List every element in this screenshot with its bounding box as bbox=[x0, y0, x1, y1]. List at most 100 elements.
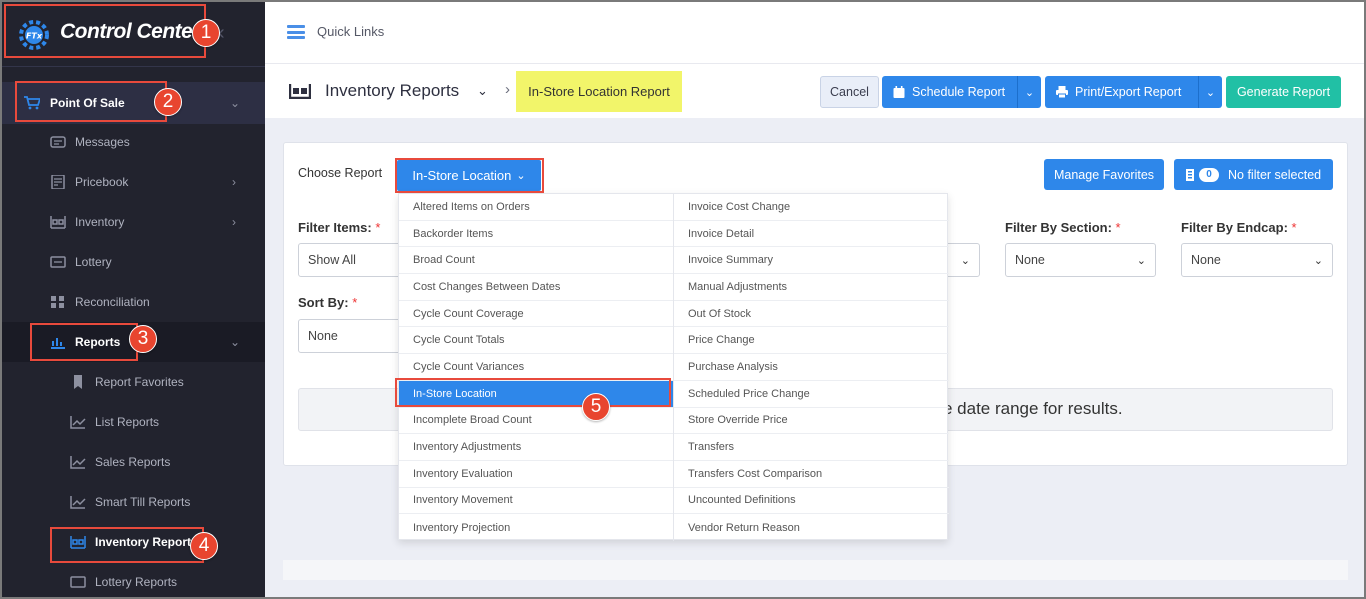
breadcrumb-separator-icon: › bbox=[505, 81, 510, 98]
dropdown-item[interactable]: Cost Changes Between Dates bbox=[399, 274, 673, 301]
dropdown-item[interactable]: Backorder Items bbox=[399, 221, 673, 248]
sidebar-item-pricebook[interactable]: Pricebook › bbox=[2, 162, 265, 202]
sidebar-item-smart-till-reports[interactable]: Smart Till Reports bbox=[2, 482, 265, 522]
sidebar-item-report-favorites[interactable]: Report Favorites bbox=[2, 362, 265, 402]
message-text: e date range for results. bbox=[943, 399, 1123, 418]
dropdown-item-selected[interactable]: In-Store Location bbox=[399, 380, 673, 408]
dropdown-item[interactable]: Price Change bbox=[674, 327, 949, 355]
brand[interactable]: FTx Control Center ‹ bbox=[2, 2, 265, 66]
chevron-down-icon[interactable]: ⌄ bbox=[1017, 76, 1041, 108]
dropdown-item[interactable]: Invoice Cost Change bbox=[674, 194, 949, 221]
dropdown-item[interactable]: Purchase Analysis bbox=[674, 354, 949, 381]
sort-by-label: Sort By: * bbox=[298, 295, 357, 310]
dropdown-item[interactable]: Invoice Summary bbox=[674, 247, 949, 275]
filter-endcap-value: None bbox=[1191, 253, 1221, 267]
sidebar-item-label: Sales Reports bbox=[95, 455, 171, 469]
menu-icon[interactable] bbox=[287, 25, 305, 39]
filter-endcap-label-text: Filter By Endcap: bbox=[1181, 220, 1288, 235]
sidebar-item-label: Point Of Sale bbox=[50, 96, 125, 110]
gear-logo-icon: FTx bbox=[19, 20, 49, 50]
dropdown-column-right: Invoice Cost Change Invoice Detail Invoi… bbox=[674, 194, 949, 541]
chart-line-icon bbox=[70, 496, 86, 509]
sidebar-item-list-reports[interactable]: List Reports bbox=[2, 402, 265, 442]
dropdown-item[interactable]: Uncounted Definitions bbox=[674, 488, 949, 515]
dropdown-item[interactable]: Out Of Stock bbox=[674, 301, 949, 328]
sidebar-item-label: Inventory Reports bbox=[95, 535, 198, 549]
chevron-down-icon: ⌄ bbox=[230, 96, 241, 110]
filter-label: No filter selected bbox=[1228, 167, 1322, 182]
annotation-badge-3: 3 bbox=[129, 325, 157, 353]
filter-section-select[interactable]: None ⌄ bbox=[1005, 243, 1156, 277]
brand-name: Control Center bbox=[60, 20, 201, 43]
cancel-button[interactable]: Cancel bbox=[820, 76, 879, 108]
sidebar-item-lottery-reports[interactable]: Lottery Reports bbox=[2, 562, 265, 597]
quick-links[interactable]: Quick Links bbox=[317, 24, 384, 39]
inventory-icon bbox=[70, 536, 86, 549]
print-export-label: Print/Export Report bbox=[1075, 85, 1182, 99]
chevron-right-icon: › bbox=[232, 175, 236, 189]
printer-icon bbox=[1056, 86, 1068, 98]
dropdown-item[interactable]: Inventory Adjustments bbox=[399, 434, 673, 461]
dropdown-item[interactable]: Cycle Count Variances bbox=[399, 354, 673, 381]
sort-by-label-text: Sort By: bbox=[298, 295, 349, 310]
required-mark: * bbox=[375, 220, 381, 235]
cart-icon bbox=[24, 96, 40, 110]
dropdown-item[interactable]: Invoice Detail bbox=[674, 221, 949, 248]
dropdown-item[interactable]: Broad Count bbox=[399, 247, 673, 275]
chevron-down-icon[interactable]: ⌄ bbox=[1198, 76, 1222, 108]
dropdown-item[interactable]: Scheduled Price Change bbox=[674, 381, 949, 408]
generate-report-button[interactable]: Generate Report bbox=[1226, 76, 1341, 108]
sidebar-item-sales-reports[interactable]: Sales Reports bbox=[2, 442, 265, 482]
print-export-button[interactable]: Print/Export Report ⌄ bbox=[1045, 76, 1222, 108]
choose-report-dropdown[interactable]: In-Store Location ⌄ bbox=[397, 160, 541, 191]
report-dropdown-menu: Altered Items on Orders Backorder Items … bbox=[398, 193, 949, 541]
reconciliation-icon bbox=[51, 296, 64, 308]
sidebar-item-messages[interactable]: Messages bbox=[2, 122, 265, 162]
chevron-down-icon: ⌄ bbox=[516, 170, 526, 182]
filter-button[interactable]: 0 No filter selected bbox=[1174, 159, 1333, 190]
filter-endcap-select[interactable]: None ⌄ bbox=[1181, 243, 1333, 277]
dropdown-item[interactable]: Altered Items on Orders bbox=[399, 194, 673, 221]
dropdown-item[interactable]: Transfers bbox=[674, 434, 949, 461]
filter-section-label: Filter By Section: * bbox=[1005, 220, 1121, 235]
annotation-badge-1: 1 bbox=[192, 19, 220, 47]
dropdown-item[interactable]: Inventory Movement bbox=[399, 488, 673, 515]
schedule-report-button[interactable]: Schedule Report ⌄ bbox=[882, 76, 1041, 108]
sidebar-item-inventory[interactable]: Inventory › bbox=[2, 202, 265, 242]
chart-line-icon bbox=[70, 456, 86, 469]
dropdown-item[interactable]: Manual Adjustments bbox=[674, 274, 949, 301]
dropdown-item[interactable]: Inventory Projection bbox=[399, 514, 673, 541]
sidebar-item-label: Lottery bbox=[75, 255, 112, 269]
chevron-down-icon: ⌄ bbox=[230, 335, 241, 349]
filter-count-badge: 0 bbox=[1199, 167, 1219, 182]
page-title[interactable]: Inventory Reports bbox=[325, 81, 459, 101]
choose-report-label: Choose Report bbox=[298, 166, 383, 180]
filter-endcap-label: Filter By Endcap: * bbox=[1181, 220, 1297, 235]
sidebar-item-inventory-reports[interactable]: Inventory Reports bbox=[2, 522, 265, 562]
filter-items-label: Filter Items: * bbox=[298, 220, 380, 235]
sidebar: FTx Control Center ‹ Point Of Sale ⌄ Mes… bbox=[2, 2, 265, 597]
sidebar-item-lottery[interactable]: Lottery bbox=[2, 242, 265, 282]
dropdown-item[interactable]: Vendor Return Reason bbox=[674, 514, 949, 541]
sidebar-item-reconciliation[interactable]: Reconciliation bbox=[2, 282, 265, 322]
dropdown-item[interactable]: Store Override Price bbox=[674, 408, 949, 435]
dropdown-item[interactable]: Transfers Cost Comparison bbox=[674, 461, 949, 488]
chevron-down-icon: ⌄ bbox=[1313, 255, 1323, 267]
chevron-down-icon: ⌄ bbox=[1136, 255, 1146, 267]
logo-text: FTx bbox=[26, 32, 43, 41]
inventory-icon bbox=[50, 216, 66, 229]
chevron-down-icon[interactable]: ⌄ bbox=[477, 83, 488, 99]
sidebar-item-point-of-sale[interactable]: Point Of Sale ⌄ bbox=[2, 82, 265, 124]
manage-favorites-button[interactable]: Manage Favorites bbox=[1044, 159, 1164, 190]
required-mark: * bbox=[352, 295, 358, 310]
dropdown-item[interactable]: Inventory Evaluation bbox=[399, 461, 673, 488]
filter-section-value: None bbox=[1015, 253, 1045, 267]
required-mark: * bbox=[1115, 220, 1121, 235]
messages-icon bbox=[50, 136, 66, 148]
dropdown-item[interactable]: Cycle Count Totals bbox=[399, 327, 673, 355]
annotation-badge-5: 5 bbox=[582, 393, 610, 421]
dropdown-item[interactable]: Incomplete Broad Count bbox=[399, 408, 673, 435]
calendar-icon bbox=[893, 86, 905, 98]
sidebar-item-label: Messages bbox=[75, 135, 130, 149]
dropdown-item[interactable]: Cycle Count Coverage bbox=[399, 301, 673, 328]
